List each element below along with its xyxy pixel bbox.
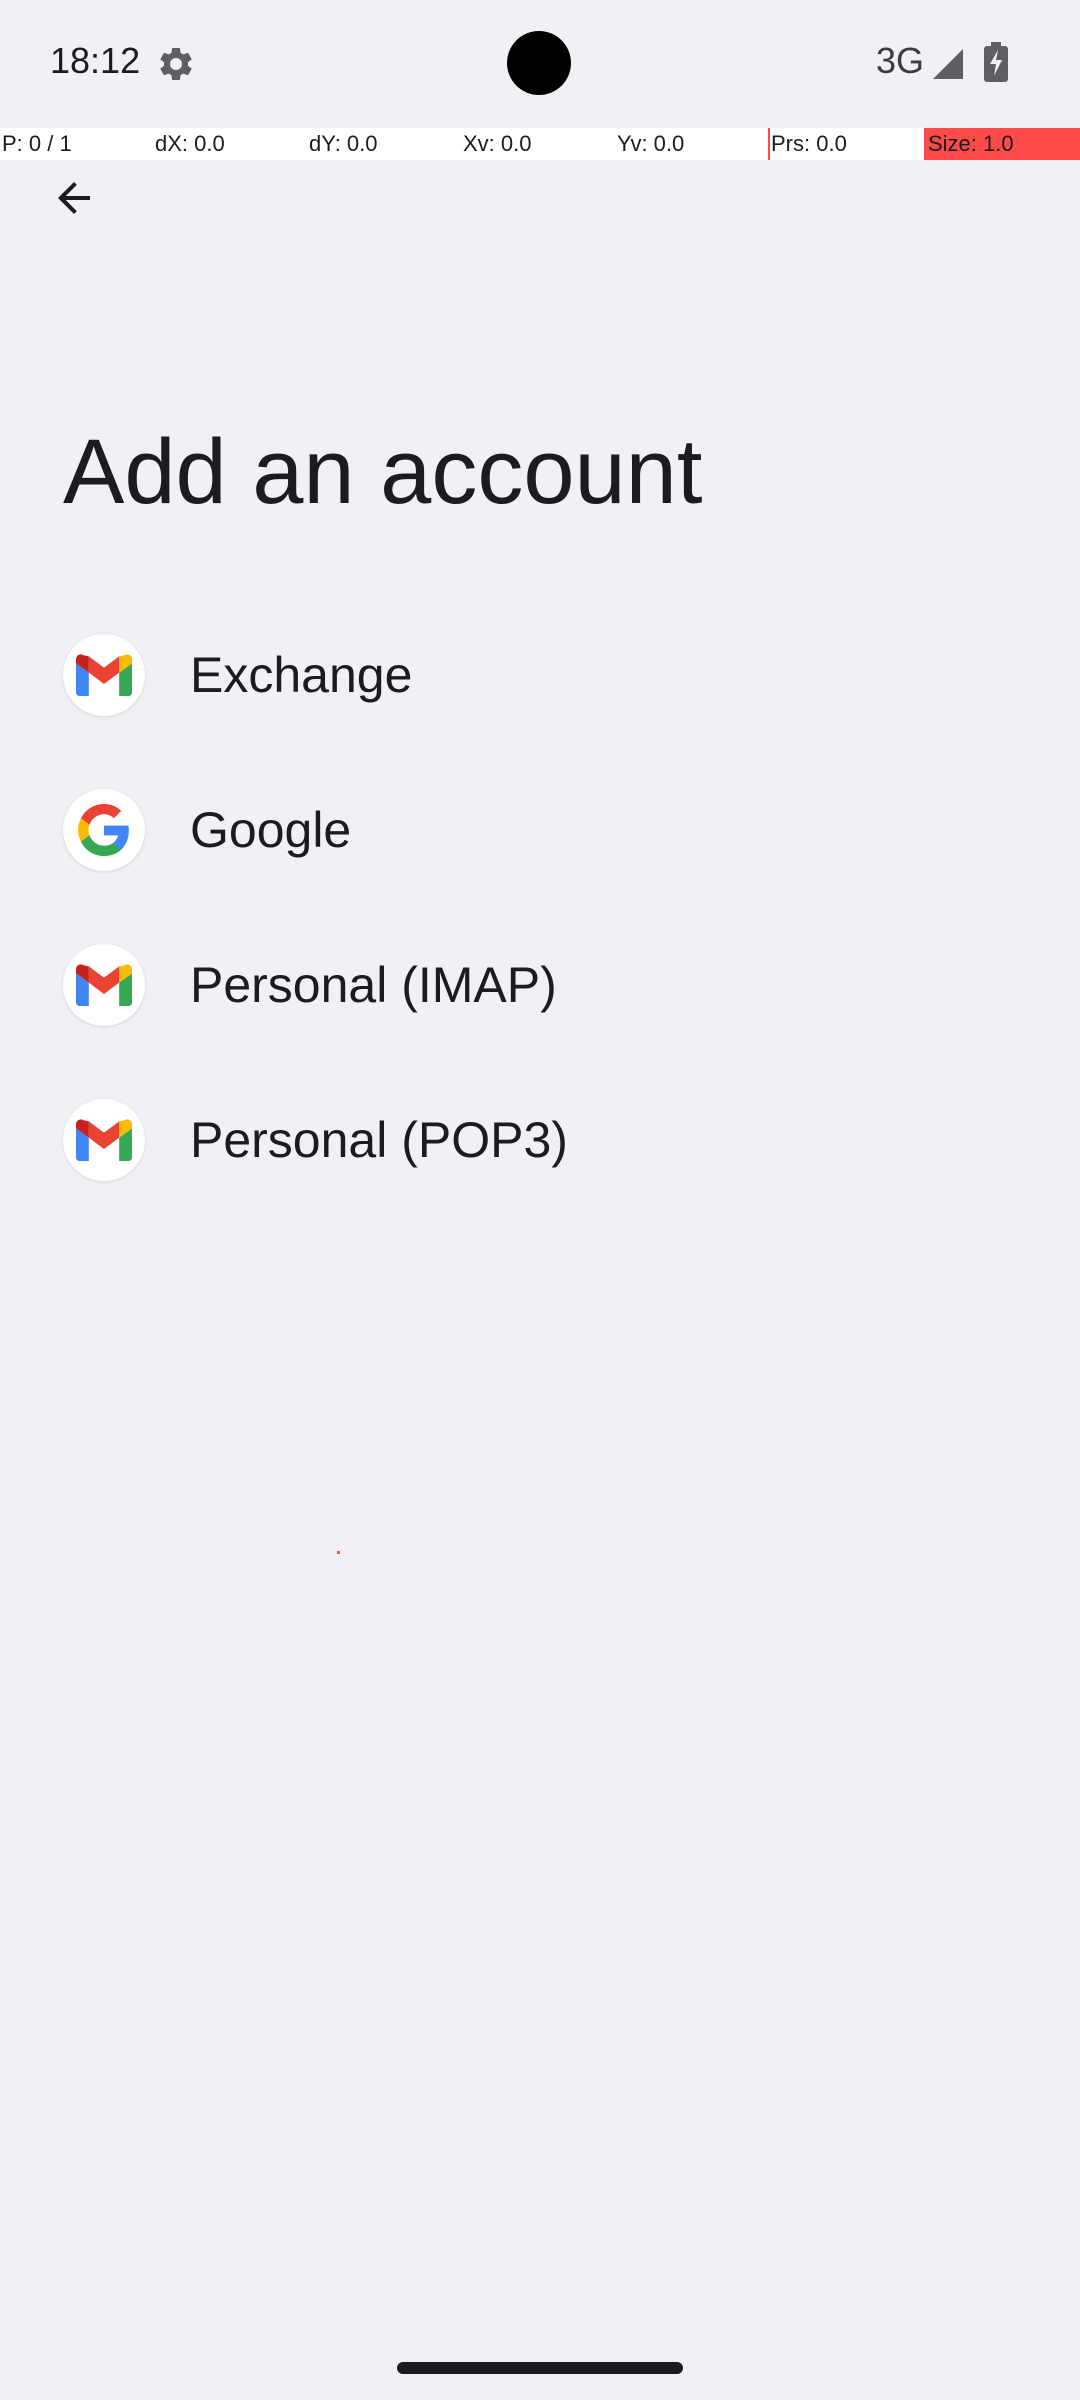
account-item-personal-imap[interactable]: Personal (IMAP) [0, 910, 1080, 1065]
debug-dx: dX: 0.0 [155, 131, 225, 156]
gmail-icon [63, 634, 145, 716]
home-indicator[interactable] [397, 2362, 683, 2374]
pointer-debug-overlay: P: 0 / 1 dX: 0.0 dY: 0.0 Xv: 0.0 Yv: 0.0… [0, 128, 1080, 160]
debug-prs: Prs: 0.0 [771, 131, 847, 156]
google-icon [63, 789, 145, 871]
gmail-icon [63, 1099, 145, 1181]
debug-marker [768, 128, 770, 160]
arrow-back-icon [50, 174, 98, 227]
signal-icon [930, 46, 966, 82]
camera-cutout [507, 31, 571, 95]
battery-charging-icon [984, 42, 1008, 82]
account-label-personal-imap: Personal (IMAP) [190, 957, 557, 1013]
account-label-google: Google [190, 802, 352, 858]
account-label-personal-pop3: Personal (POP3) [190, 1112, 568, 1168]
account-item-personal-pop3[interactable]: Personal (POP3) [0, 1065, 1080, 1220]
status-time: 18:12 [50, 40, 141, 81]
debug-yv: Yv: 0.0 [617, 131, 685, 156]
settings-gear-icon [156, 44, 196, 84]
debug-pointer: P: 0 / 1 [2, 131, 72, 156]
debug-dy: dY: 0.0 [309, 131, 378, 156]
account-label-exchange: Exchange [190, 647, 413, 703]
touch-trace-dot [337, 1551, 340, 1554]
debug-xv: Xv: 0.0 [463, 131, 532, 156]
network-type-label: 3G [876, 40, 925, 81]
status-bar: 18:12 3G [0, 0, 1080, 128]
debug-size: Size: 1.0 [924, 128, 1080, 160]
gmail-icon [63, 944, 145, 1026]
account-item-google[interactable]: Google [0, 755, 1080, 910]
page-title: Add an account [63, 421, 703, 523]
account-item-exchange[interactable]: Exchange [0, 600, 1080, 755]
back-button[interactable] [38, 164, 110, 236]
